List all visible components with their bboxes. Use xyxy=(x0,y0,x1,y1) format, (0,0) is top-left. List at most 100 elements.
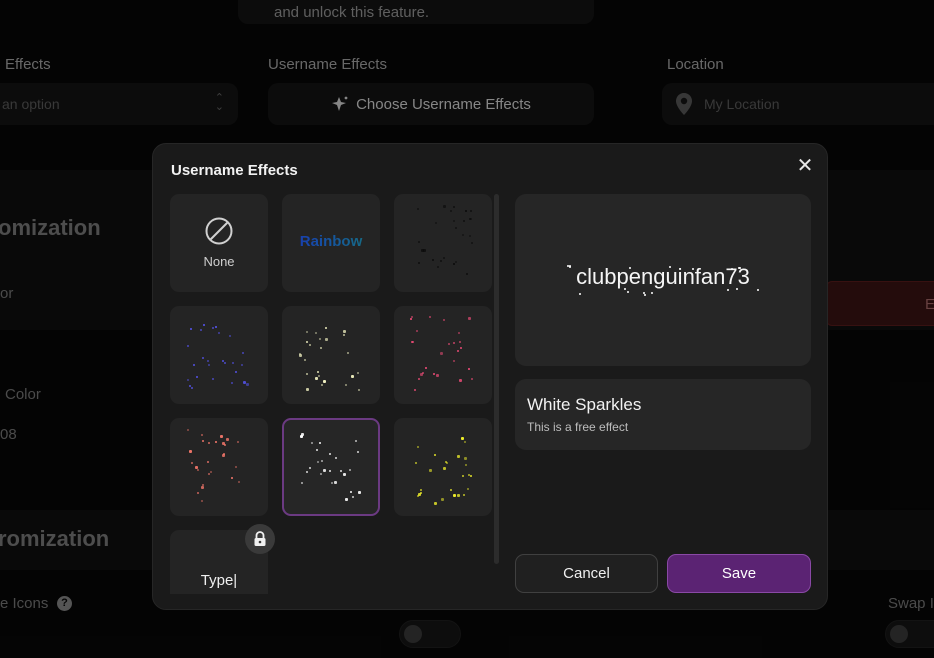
sparkle-particle xyxy=(201,433,204,436)
sparkle-particle xyxy=(460,347,463,350)
sparkle-particle xyxy=(443,319,446,322)
sparkle-particle xyxy=(443,205,447,209)
sparkle-particle xyxy=(318,374,321,377)
sparkle-particle xyxy=(464,210,467,213)
sparkle-particle xyxy=(435,222,438,225)
selected-effect-info: White Sparkles This is a free effect xyxy=(515,379,811,450)
sparkle-particle xyxy=(241,351,244,354)
close-icon[interactable]: ✕ xyxy=(793,154,817,178)
sparkle-particle xyxy=(352,496,355,499)
sparkle-particle xyxy=(189,449,193,453)
sparkle-particle xyxy=(461,234,464,237)
sparkle-particle xyxy=(456,494,460,498)
sparkle-particle xyxy=(440,260,443,263)
sparkle-particle xyxy=(212,326,215,329)
sparkle-particle xyxy=(319,441,322,444)
sparkle-particle xyxy=(449,489,452,492)
sparkle-particle xyxy=(433,454,436,457)
sparkle-particle xyxy=(455,227,458,230)
sparkle-particle xyxy=(357,451,360,454)
sparkle-particle xyxy=(219,435,223,439)
sparkle-particle xyxy=(441,498,445,502)
sparkle-particle xyxy=(349,490,352,493)
sparkle-particle xyxy=(453,360,456,363)
sparkle-particle xyxy=(460,436,464,440)
sparkle-particle xyxy=(452,219,455,222)
sparkle-particle xyxy=(457,455,461,459)
effect-tile-blue-sparkles[interactable] xyxy=(170,306,268,404)
sparkle-particle xyxy=(317,370,320,373)
effect-tile-rainbow[interactable]: Rainbow xyxy=(282,194,380,292)
modal-title: Username Effects xyxy=(171,162,298,179)
sparkle-particle xyxy=(468,367,471,370)
effect-tile-type-label: Type| xyxy=(200,572,238,589)
sparkle-particle xyxy=(464,457,468,461)
sparkle-particle xyxy=(334,480,338,484)
sparkle-particle xyxy=(417,445,420,448)
sparkle-particle xyxy=(469,209,472,212)
sparkle-particle xyxy=(306,373,309,376)
sparkle-particle xyxy=(470,378,473,381)
sparkle-particle xyxy=(214,325,217,328)
sparkle-particle xyxy=(345,498,349,502)
save-button[interactable]: Save xyxy=(667,554,811,593)
sparkle-particle xyxy=(229,334,232,337)
sparkle-particle xyxy=(349,469,352,472)
sparkle-particle xyxy=(425,367,428,370)
effect-tile-white-sparkles[interactable] xyxy=(282,418,380,516)
sparkle-particle xyxy=(469,475,472,478)
sparkle-particle xyxy=(414,388,417,391)
sparkle-particle xyxy=(420,249,424,253)
sparkle-particle xyxy=(578,293,581,296)
sparkle-particle xyxy=(452,341,455,344)
sparkle-particle xyxy=(212,378,215,381)
sparkle-particle xyxy=(450,209,453,212)
effect-preview: clubpenguinfan73 xyxy=(515,194,811,366)
effect-tile-dark-sparkles[interactable] xyxy=(394,194,492,292)
cancel-button[interactable]: Cancel xyxy=(515,554,658,593)
effect-tile-none[interactable]: None xyxy=(170,194,268,292)
sparkle-particle xyxy=(358,388,361,391)
sparkle-particle xyxy=(467,488,470,491)
sparkle-particle xyxy=(309,466,312,469)
sparkle-particle xyxy=(197,492,200,495)
sparkle-particle xyxy=(436,373,440,377)
sparkle-particle xyxy=(305,388,309,392)
effects-grid: None Rainbow Type| xyxy=(170,194,494,594)
sparkle-particle xyxy=(466,272,469,275)
sparkle-particle xyxy=(201,440,204,443)
effect-tile-salmon-sparkles[interactable] xyxy=(170,418,268,516)
effect-tile-yellow-sparkles[interactable] xyxy=(394,418,492,516)
sparkle-particle xyxy=(452,263,455,266)
none-icon xyxy=(205,217,233,245)
sparkle-particle xyxy=(726,289,729,292)
sparkle-particle xyxy=(195,375,198,378)
sparkle-particle xyxy=(345,383,348,386)
sparkle-particle xyxy=(443,466,447,470)
sparkle-particle xyxy=(331,482,334,484)
sparkle-particle xyxy=(298,354,302,358)
sparkle-particle xyxy=(462,475,465,478)
sparkle-particle xyxy=(231,477,234,480)
effect-tile-gold-sparkles[interactable] xyxy=(282,306,380,404)
sparkle-particle xyxy=(301,433,305,437)
sparkle-particle xyxy=(355,440,358,443)
effect-tile-rainbow-label: Rainbow xyxy=(282,233,380,250)
username-effects-modal: Username Effects ✕ None Rainbow Type| cl… xyxy=(152,143,828,610)
sparkle-particle xyxy=(231,382,234,385)
effect-tile-pink-sparkles[interactable] xyxy=(394,306,492,404)
sparkle-particle xyxy=(443,256,446,259)
grid-scrollbar[interactable] xyxy=(494,194,499,564)
sparkle-particle xyxy=(306,471,309,474)
sparkle-particle xyxy=(464,464,467,467)
sparkle-particle xyxy=(320,384,323,387)
sparkle-particle xyxy=(314,331,317,334)
sparkle-particle xyxy=(343,472,347,476)
sparkle-particle xyxy=(415,462,418,465)
sparkle-particle xyxy=(623,288,626,291)
sparkle-particle xyxy=(411,340,414,343)
sparkle-particle xyxy=(189,328,192,331)
sparkle-particle xyxy=(462,493,465,496)
sparkle-particle xyxy=(455,261,458,264)
sparkle-particle xyxy=(410,317,413,320)
